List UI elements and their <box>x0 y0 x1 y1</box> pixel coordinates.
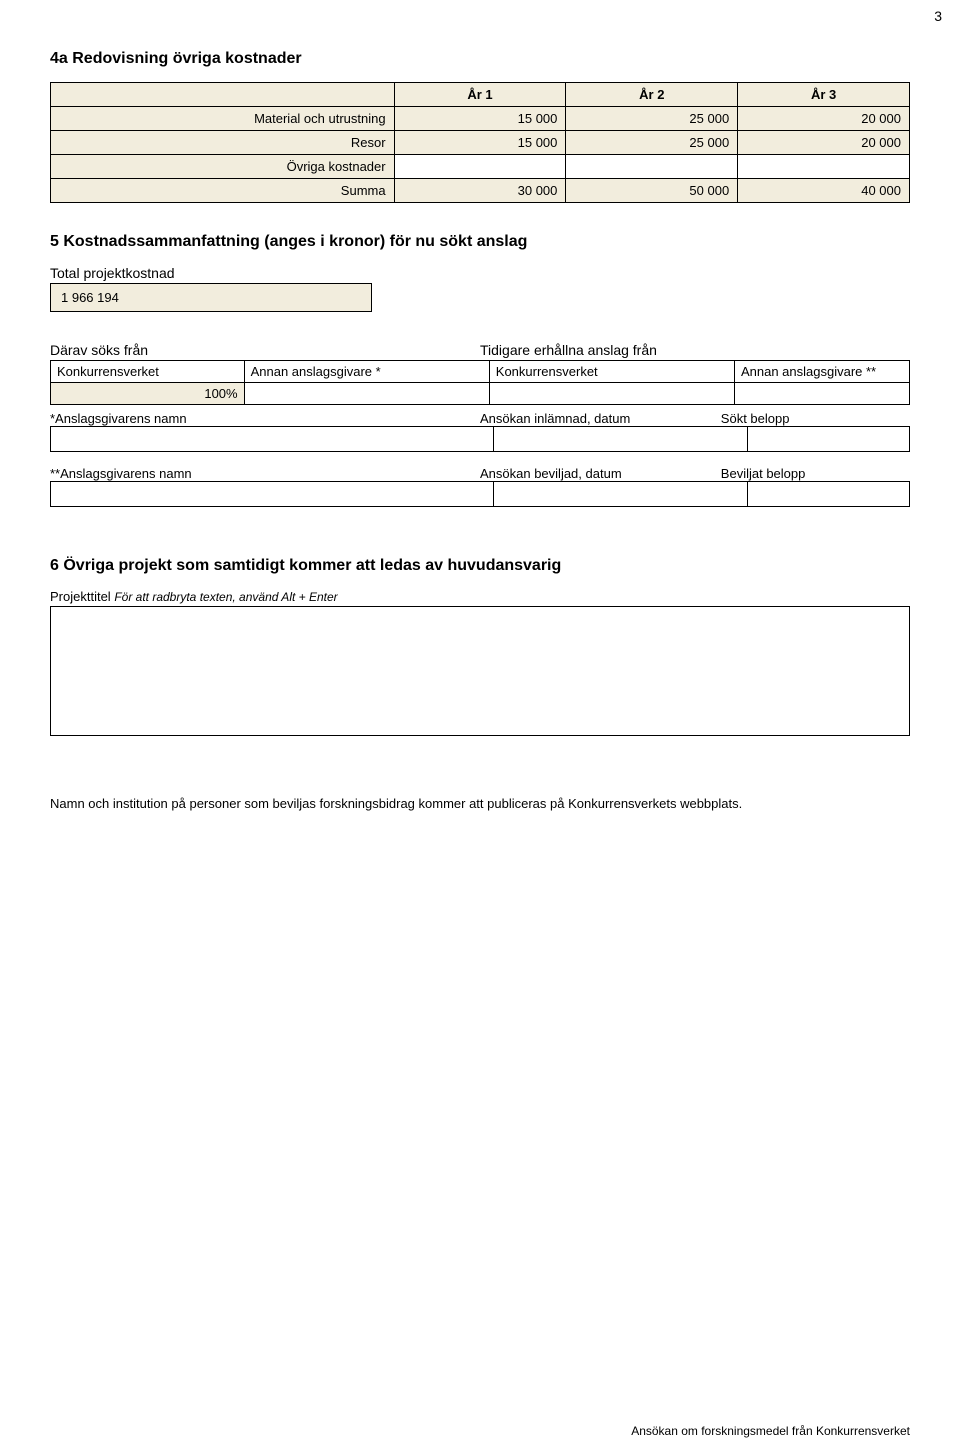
alloc-header: Annan anslagsgivare * <box>245 360 490 383</box>
row-label: Summa <box>51 179 395 203</box>
cell <box>566 155 738 179</box>
cell: 15 000 <box>394 131 566 155</box>
star1-value <box>50 426 494 452</box>
total-cost-value: 1 966 194 <box>50 283 372 312</box>
page: 3 4a Redovisning övriga kostnader År 1 Å… <box>0 0 960 1452</box>
section-6-help-label: Projekttitel <box>50 589 111 604</box>
cell: 20 000 <box>738 107 910 131</box>
table-row: Övriga kostnader <box>51 155 910 179</box>
section-6-help: Projekttitel För att radbryta texten, an… <box>50 589 910 604</box>
star2-value <box>50 481 494 507</box>
cost-table: År 1 År 2 År 3 Material och utrustning 1… <box>50 82 910 203</box>
cell: 40 000 <box>738 179 910 203</box>
alloc-value <box>245 383 490 405</box>
star1-label: Sökt belopp <box>721 411 910 426</box>
star2-value <box>748 481 910 507</box>
allocation-header-row: Konkurrensverket Annan anslagsgivare * K… <box>50 360 910 383</box>
star2-label: **Anslagsgivarens namn <box>50 466 480 481</box>
section-6-title: 6 Övriga projekt som samtidigt kommer at… <box>50 557 910 575</box>
table-row: Material och utrustning 15 000 25 000 20… <box>51 107 910 131</box>
star1-label: Ansökan inlämnad, datum <box>480 411 721 426</box>
alloc-header: Annan anslagsgivare ** <box>735 360 910 383</box>
table-header-year3: År 3 <box>738 83 910 107</box>
cell: 20 000 <box>738 131 910 155</box>
row-label: Material och utrustning <box>51 107 395 131</box>
star1-label: *Anslagsgivarens namn <box>50 411 480 426</box>
table-row: Resor 15 000 25 000 20 000 <box>51 131 910 155</box>
table-header-blank <box>51 83 395 107</box>
star2-label: Beviljat belopp <box>721 466 910 481</box>
section-5-title: 5 Kostnadssammanfattning (anges i kronor… <box>50 233 910 251</box>
cell: 30 000 <box>394 179 566 203</box>
cell: 25 000 <box>566 107 738 131</box>
alloc-value <box>735 383 910 405</box>
section-6-textbox[interactable] <box>50 606 910 736</box>
table-sum-row: Summa 30 000 50 000 40 000 <box>51 179 910 203</box>
total-cost-label: Total projektkostnad <box>50 265 910 281</box>
cell: 25 000 <box>566 131 738 155</box>
tidigare-label: Tidigare erhållna anslag från <box>480 342 910 358</box>
darav-label: Därav söks från <box>50 342 480 358</box>
section-6-help-italic: För att radbryta texten, använd Alt + En… <box>114 590 337 604</box>
alloc-header: Konkurrensverket <box>50 360 245 383</box>
allocation-value-row: 100% <box>50 383 910 405</box>
row-label: Övriga kostnader <box>51 155 395 179</box>
table-header-year1: År 1 <box>394 83 566 107</box>
cell: 15 000 <box>394 107 566 131</box>
page-number: 3 <box>934 8 942 24</box>
star1-value <box>494 426 748 452</box>
star2-label: Ansökan beviljad, datum <box>480 466 721 481</box>
star1-row <box>50 426 910 452</box>
table-header-year2: År 2 <box>566 83 738 107</box>
star2-row <box>50 481 910 507</box>
alloc-header: Konkurrensverket <box>490 360 735 383</box>
section-4a-title: 4a Redovisning övriga kostnader <box>50 50 910 68</box>
alloc-value: 100% <box>50 383 245 405</box>
row-label: Resor <box>51 131 395 155</box>
star2-value <box>494 481 748 507</box>
cell: 50 000 <box>566 179 738 203</box>
cell <box>394 155 566 179</box>
star1-value <box>748 426 910 452</box>
cell <box>738 155 910 179</box>
publication-note: Namn och institution på personer som bev… <box>50 796 810 811</box>
alloc-value <box>490 383 735 405</box>
footer-text: Ansökan om forskningsmedel från Konkurre… <box>631 1424 910 1438</box>
